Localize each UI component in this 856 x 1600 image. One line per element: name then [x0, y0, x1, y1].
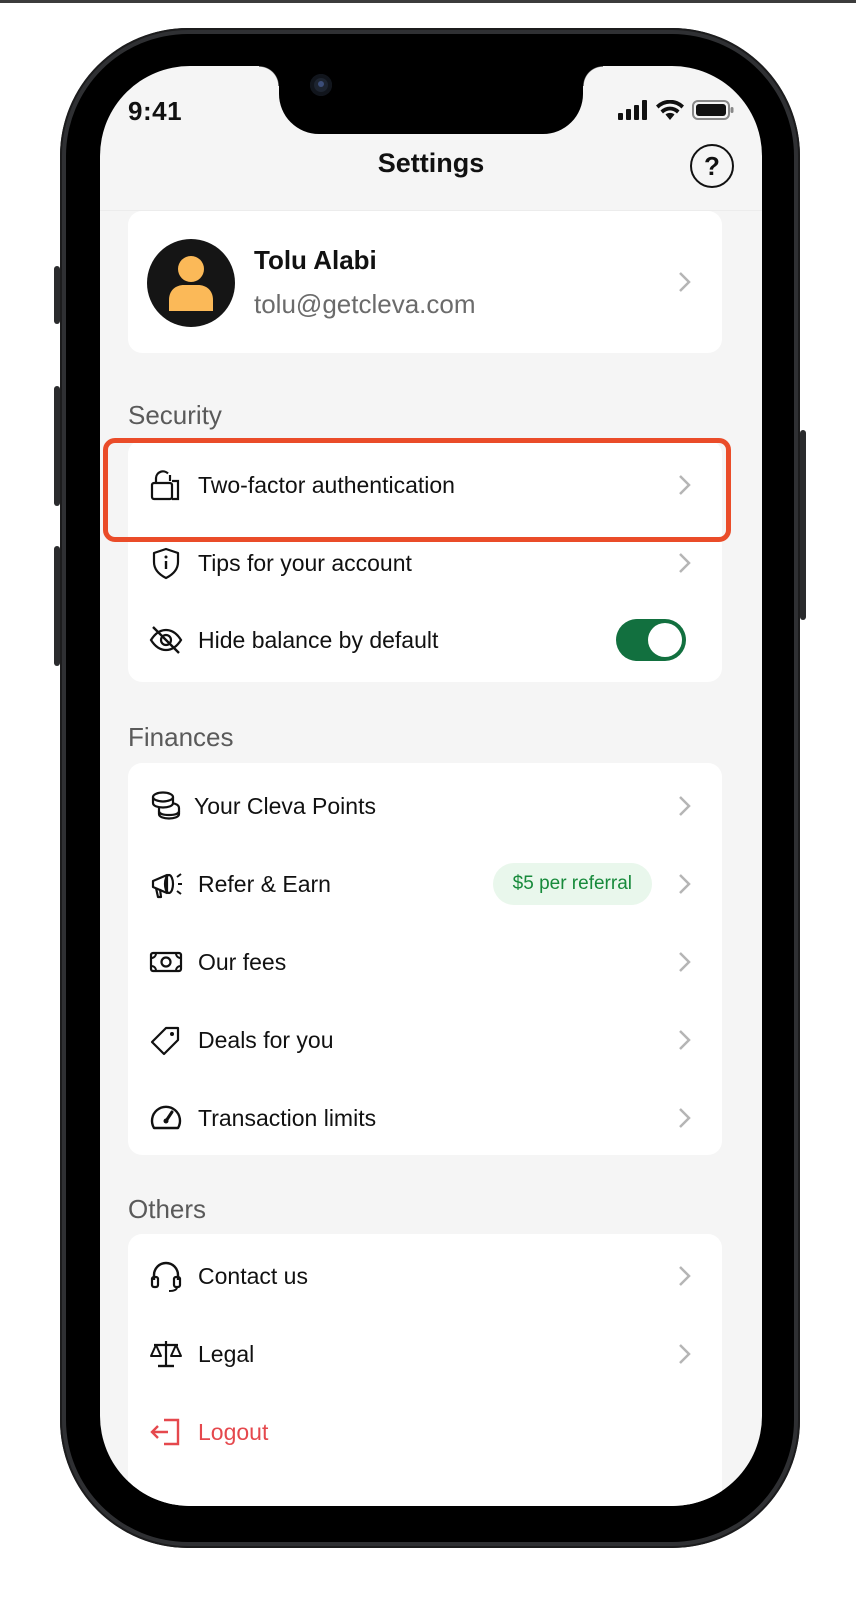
section-title-security: Security: [128, 400, 222, 430]
megaphone-icon: [151, 873, 182, 899]
battery-icon: [692, 100, 734, 120]
row-label: Our fees: [198, 948, 287, 975]
wifi-icon: [656, 100, 684, 120]
coins-icon: [151, 791, 181, 820]
chevron-right-icon: [679, 1266, 691, 1286]
chevron-right-icon: [679, 796, 691, 816]
signal-icon: [618, 100, 647, 120]
phone-screen: 9:41 Settings ? Tolu Alabi tolu@getcleva…: [100, 66, 762, 1506]
chevron-right-icon: [679, 952, 691, 972]
row-label: Legal: [198, 1340, 255, 1367]
power-button: [800, 430, 806, 620]
chevron-right-icon: [679, 553, 691, 573]
chevron-right-icon: [679, 1030, 691, 1050]
chevron-right-icon: [679, 1344, 691, 1364]
chevron-right-icon: [679, 1108, 691, 1128]
row-label: Refer & Earn: [198, 870, 331, 897]
row-label: Deals for you: [198, 1026, 334, 1053]
tag-icon: [150, 1026, 180, 1056]
section-title-finances: Finances: [128, 722, 234, 752]
profile-card[interactable]: Tolu Alabi tolu@getcleva.com: [128, 211, 722, 353]
highlight-box: [103, 438, 731, 542]
banknote-icon: [149, 951, 183, 973]
status-time: 9:41: [128, 96, 183, 126]
row-logout[interactable]: Logout: [128, 1393, 722, 1471]
row-label: Transaction limits: [198, 1104, 377, 1131]
row-our-fees[interactable]: Our fees: [128, 923, 722, 1001]
others-card: Contact us Legal Logout: [128, 1234, 722, 1506]
row-label: Your Cleva Points: [194, 792, 376, 819]
row-hide-balance: Hide balance by default: [128, 601, 722, 679]
row-label: Hide balance by default: [198, 626, 439, 653]
camera-icon: [310, 74, 332, 96]
page-title: Settings: [377, 148, 485, 178]
row-refer-earn[interactable]: Refer & Earn $5 per referral: [128, 845, 722, 923]
notch: [259, 66, 603, 134]
avatar: [147, 239, 235, 327]
toggle-knob: [648, 623, 682, 657]
row-contact-us[interactable]: Contact us: [128, 1237, 722, 1315]
row-transaction-limits[interactable]: Transaction limits: [128, 1079, 722, 1157]
row-legal[interactable]: Legal: [128, 1315, 722, 1393]
chevron-right-icon: [679, 874, 691, 894]
row-label: Contact us: [198, 1262, 308, 1289]
chevron-right-icon: [679, 272, 691, 292]
logout-label: Logout: [198, 1418, 269, 1445]
row-cleva-points[interactable]: Your Cleva Points: [128, 767, 722, 845]
row-deals[interactable]: Deals for you: [128, 1001, 722, 1079]
eye-off-icon: [149, 626, 183, 654]
profile-name: Tolu Alabi: [254, 245, 377, 275]
shield-icon: [152, 547, 180, 580]
scale-icon: [150, 1341, 182, 1368]
section-title-others: Others: [128, 1194, 207, 1224]
hide-balance-toggle[interactable]: [616, 619, 686, 661]
finances-card: Your Cleva Points Refer & Earn $5 per re…: [128, 763, 722, 1155]
top-rule: [0, 0, 856, 3]
headset-icon: [150, 1261, 182, 1292]
profile-email: tolu@getcleva.com: [254, 289, 476, 319]
help-button[interactable]: ?: [690, 144, 734, 188]
referral-badge: $5 per referral: [492, 863, 652, 905]
gauge-icon: [150, 1105, 182, 1130]
user-icon: [169, 256, 213, 311]
logout-icon: [150, 1418, 180, 1446]
row-label: Tips for your account: [198, 549, 412, 576]
status-icons: [618, 100, 734, 120]
